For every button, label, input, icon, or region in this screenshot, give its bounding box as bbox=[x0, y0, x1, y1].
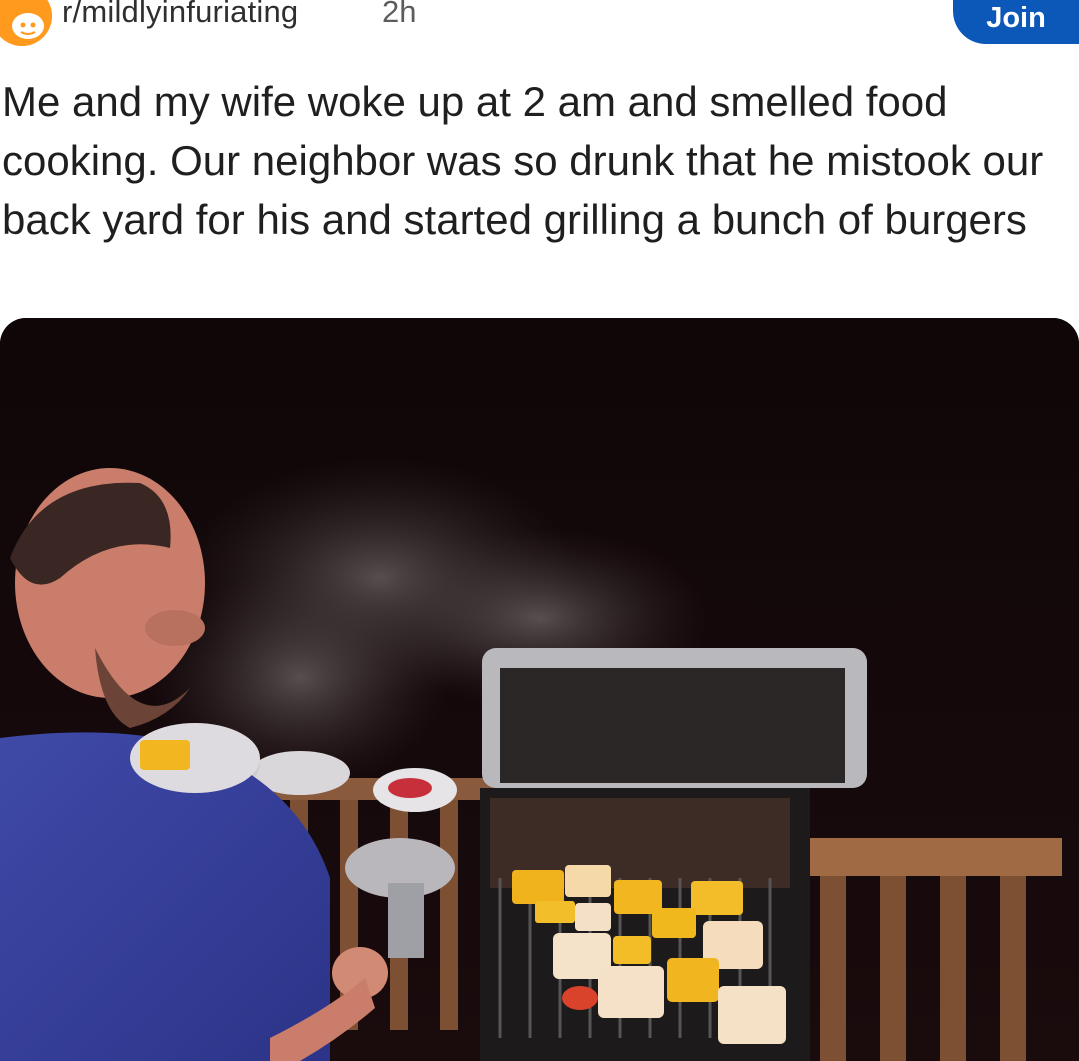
subreddit-name[interactable]: r/mildlyinfuriating bbox=[62, 0, 298, 30]
subreddit-avatar-icon[interactable] bbox=[0, 0, 52, 46]
post-title[interactable]: Me and my wife woke up at 2 am and smell… bbox=[2, 72, 1062, 249]
reddit-post: r/mildlyinfuriating 2h Join Me and my wi… bbox=[0, 0, 1079, 1061]
post-header: r/mildlyinfuriating 2h Join bbox=[0, 0, 1079, 46]
post-image[interactable] bbox=[0, 318, 1079, 1061]
grilling-photo bbox=[0, 318, 1079, 1061]
join-button[interactable]: Join bbox=[953, 0, 1079, 44]
post-timestamp: 2h bbox=[382, 0, 417, 29]
